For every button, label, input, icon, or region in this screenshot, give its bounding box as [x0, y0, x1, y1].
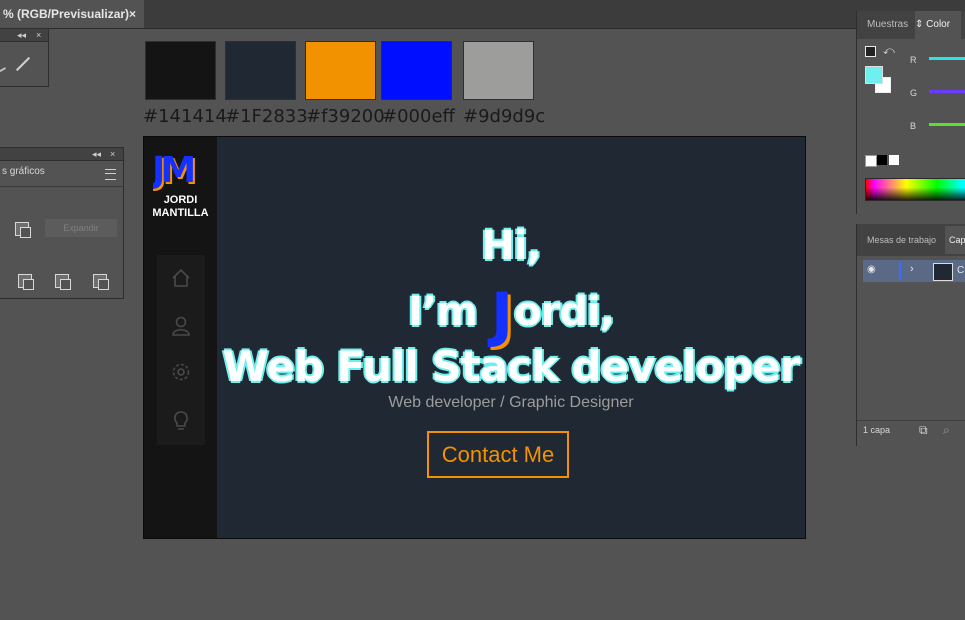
swatch-3[interactable]	[305, 41, 376, 100]
layer-color-bar	[899, 262, 901, 280]
swatch-label-1: #141414	[143, 106, 227, 127]
close-icon[interactable]: ×	[110, 148, 115, 160]
home-icon[interactable]	[170, 267, 192, 289]
tab-muestras[interactable]: Muestras	[867, 11, 908, 39]
chevron-icon[interactable]	[0, 67, 6, 73]
document-tab-title: % (RGB/Previsualizar)	[3, 7, 130, 21]
artboard[interactable]: JM JM JORDI MANTILLA Hi, I’m Jordi, Web …	[143, 136, 806, 539]
panel-title[interactable]: s gráficos	[2, 166, 45, 177]
tools-panel: ◂◂ ×	[0, 28, 49, 87]
layer-row[interactable]: ◉ › C	[863, 260, 965, 282]
close-icon[interactable]: ×	[36, 29, 41, 41]
divider	[0, 186, 123, 187]
none-color-icon[interactable]	[865, 155, 877, 167]
swatch-label-2: #1F2833	[225, 106, 308, 127]
hero-name-line: I’m Jordi,	[217, 280, 805, 350]
red-slider[interactable]	[929, 57, 965, 60]
brand-name: JORDI MANTILLA	[144, 194, 217, 220]
blue-slider[interactable]	[929, 123, 965, 126]
hero-initial: J	[490, 280, 513, 350]
minus-front-icon[interactable]	[15, 222, 31, 238]
user-icon[interactable]	[170, 315, 192, 337]
hero-greeting: Hi,	[481, 223, 541, 269]
art-sidebar: JM JM JORDI MANTILLA	[144, 137, 217, 538]
hero-role: Web Full Stack developer	[222, 342, 801, 391]
document-tab[interactable]: % (RGB/Previsualizar) ×	[0, 0, 144, 28]
blue-channel-label: B	[910, 121, 917, 131]
swatch-5[interactable]	[463, 41, 534, 100]
swatch-label-5: #9d9d9c	[463, 106, 546, 127]
logo-text: JM	[153, 151, 193, 191]
export-icon[interactable]: ⧉	[919, 423, 928, 438]
tab-color[interactable]: ⇕ Color	[915, 11, 961, 39]
swatch-label-3: #f39200	[306, 106, 385, 127]
jm-logo: JM JM	[153, 151, 200, 191]
fill-swatch[interactable]	[865, 66, 883, 84]
sort-icon: ⇕	[915, 19, 927, 30]
layer-name: C	[957, 265, 965, 276]
hero-im: I’m	[408, 289, 478, 335]
swap-colors-icon[interactable]: ⤺	[883, 45, 895, 58]
layer-count: 1 capa	[863, 425, 891, 435]
tab-artboards[interactable]: Mesas de trabajo	[867, 226, 936, 254]
brand-name-line2: MANTILLA	[152, 207, 209, 219]
color-spectrum[interactable]	[865, 178, 965, 201]
layers-footer: 1 capa ⧉ ⌕	[857, 420, 965, 441]
swatch-1[interactable]	[145, 41, 216, 100]
black-swatch[interactable]	[877, 155, 887, 165]
document-tab-bar	[0, 0, 965, 29]
white-swatch[interactable]	[889, 155, 899, 165]
tab-color-label: Color	[926, 19, 951, 30]
swatch-label-4: #000eff	[382, 106, 455, 127]
color-panel: Muestras ⇕ Color ⤺ R G B	[856, 11, 965, 214]
search-icon[interactable]: ⌕	[943, 423, 950, 438]
close-tab-icon[interactable]: ×	[129, 0, 136, 28]
expand-layer-icon[interactable]: ›	[910, 263, 914, 275]
swatch-2[interactable]	[225, 41, 296, 100]
panel-header[interactable]	[0, 148, 123, 161]
art-nav	[157, 255, 205, 445]
trim-icon[interactable]	[18, 274, 34, 290]
expand-button[interactable]: Expandir	[45, 219, 117, 237]
green-slider[interactable]	[929, 90, 965, 93]
visibility-eye-icon[interactable]: ◉	[867, 264, 876, 275]
layer-thumbnail	[933, 263, 953, 281]
panel-menu-icon[interactable]	[105, 169, 116, 180]
collapse-icon[interactable]: ◂◂	[17, 29, 26, 41]
swatch-4[interactable]	[381, 41, 452, 100]
merge-icon[interactable]	[55, 274, 71, 290]
layers-panel: Mesas de trabajo Cap ◉ › C 1 capa ⧉ ⌕	[856, 224, 965, 446]
default-colors-icon[interactable]	[865, 46, 876, 57]
contact-me-button[interactable]: Contact Me	[427, 431, 569, 478]
hero-section: Hi, I’m Jordi, Web Full Stack developer W…	[217, 137, 805, 538]
hero-name-rest: ordi,	[514, 289, 615, 335]
brand-name-line1: JORDI	[163, 194, 198, 206]
lightbulb-icon[interactable]	[170, 409, 192, 431]
crop-icon[interactable]	[93, 274, 109, 290]
gear-icon[interactable]	[170, 361, 192, 383]
green-channel-label: G	[910, 88, 918, 98]
red-channel-label: R	[910, 55, 917, 65]
collapse-icon[interactable]: ◂◂	[92, 148, 101, 160]
line-tool-icon[interactable]	[15, 56, 31, 72]
hero-subtitle: Web developer / Graphic Designer	[388, 394, 634, 411]
tab-layers[interactable]: Cap	[945, 226, 965, 254]
